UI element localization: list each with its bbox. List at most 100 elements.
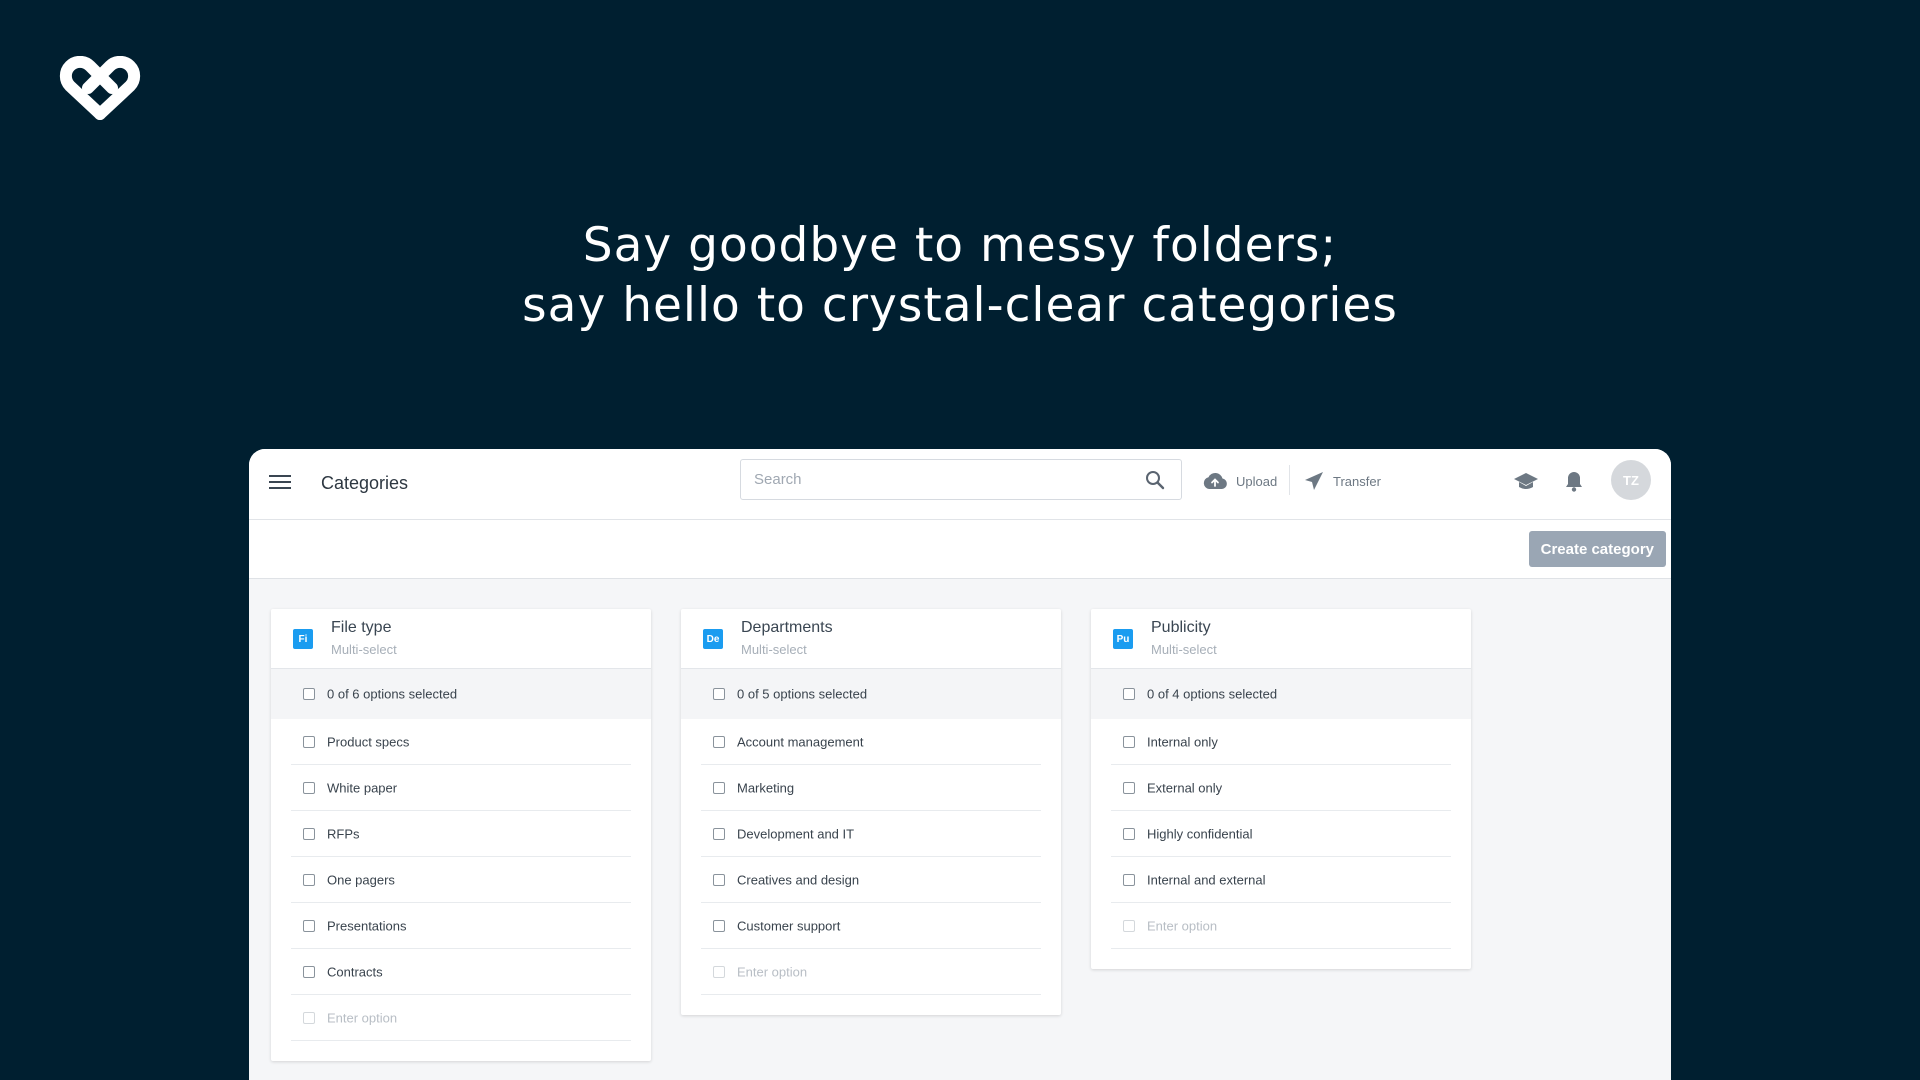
option-label: Customer support bbox=[737, 918, 841, 933]
option-checkbox[interactable] bbox=[1123, 827, 1135, 840]
enter-option-input[interactable]: Enter option bbox=[1147, 918, 1217, 933]
option-label: Creatives and design bbox=[737, 872, 860, 887]
card-title[interactable]: Publicity bbox=[1151, 619, 1211, 637]
option-label: White paper bbox=[327, 780, 398, 795]
select-all-checkbox[interactable] bbox=[303, 688, 315, 700]
select-all-row[interactable]: 0 of 5 options selected bbox=[681, 669, 1061, 719]
option-checkbox[interactable] bbox=[713, 781, 725, 794]
option-row[interactable]: One pagers bbox=[291, 857, 631, 903]
card-subtitle: Multi-select bbox=[741, 642, 807, 657]
hamburger-menu-icon[interactable] bbox=[269, 471, 291, 495]
top-bar: Categories Upload Transfer bbox=[249, 449, 1671, 520]
selection-summary: 0 of 4 options selected bbox=[1147, 686, 1278, 702]
category-badge: Fi bbox=[293, 629, 313, 649]
option-checkbox[interactable] bbox=[303, 919, 315, 932]
enter-option-input[interactable]: Enter option bbox=[327, 1010, 397, 1025]
option-checkbox[interactable] bbox=[713, 919, 725, 932]
new-option-row[interactable]: Enter option bbox=[701, 949, 1041, 995]
option-checkbox[interactable] bbox=[303, 781, 315, 794]
bell-icon[interactable] bbox=[1563, 469, 1585, 493]
option-row[interactable]: Contracts bbox=[291, 949, 631, 995]
category-badge: De bbox=[703, 629, 723, 649]
option-label: Internal and external bbox=[1147, 872, 1266, 887]
enter-option-input[interactable]: Enter option bbox=[737, 964, 807, 979]
card-header: De Departments Multi-select bbox=[681, 609, 1061, 669]
search-icon[interactable] bbox=[1145, 470, 1165, 490]
category-badge: Pu bbox=[1113, 629, 1133, 649]
option-row[interactable]: Product specs bbox=[291, 719, 631, 765]
option-row[interactable]: Internal and external bbox=[1111, 857, 1451, 903]
new-option-row[interactable]: Enter option bbox=[291, 995, 631, 1041]
option-label: Highly confidential bbox=[1147, 826, 1253, 841]
paper-plane-icon bbox=[1305, 472, 1323, 490]
option-checkbox[interactable] bbox=[303, 735, 315, 748]
option-label: Internal only bbox=[1147, 734, 1218, 749]
card-subtitle: Multi-select bbox=[1151, 642, 1217, 657]
option-checkbox bbox=[303, 1011, 315, 1024]
option-checkbox[interactable] bbox=[713, 735, 725, 748]
headline: Say goodbye to messy folders; say hello … bbox=[0, 216, 1920, 336]
card-subtitle: Multi-select bbox=[331, 642, 397, 657]
category-card-publicity: Pu Publicity Multi-select 0 of 4 options… bbox=[1091, 609, 1471, 969]
option-checkbox bbox=[713, 965, 725, 978]
page-title: Categories bbox=[321, 473, 409, 493]
option-row[interactable]: Creatives and design bbox=[701, 857, 1041, 903]
category-card-file-type: Fi File type Multi-select 0 of 6 options… bbox=[271, 609, 651, 1061]
card-title[interactable]: File type bbox=[331, 619, 391, 637]
option-label: Contracts bbox=[327, 964, 383, 979]
option-row[interactable]: External only bbox=[1111, 765, 1451, 811]
option-row[interactable]: Highly confidential bbox=[1111, 811, 1451, 857]
option-row[interactable]: Presentations bbox=[291, 903, 631, 949]
card-header: Fi File type Multi-select bbox=[271, 609, 651, 669]
select-all-checkbox[interactable] bbox=[1123, 688, 1135, 700]
toolbar-divider bbox=[1289, 465, 1290, 495]
option-checkbox[interactable] bbox=[1123, 735, 1135, 748]
option-row[interactable]: Account management bbox=[701, 719, 1041, 765]
headline-line-2: say hello to crystal-clear categories bbox=[522, 278, 1398, 333]
option-label: One pagers bbox=[327, 872, 395, 887]
option-label: RFPs bbox=[327, 826, 360, 841]
transfer-button[interactable]: Transfer bbox=[1303, 469, 1381, 493]
search-box bbox=[740, 459, 1182, 500]
card-title[interactable]: Departments bbox=[741, 619, 833, 637]
upload-label: Upload bbox=[1236, 473, 1278, 489]
option-checkbox[interactable] bbox=[303, 873, 315, 886]
select-all-row[interactable]: 0 of 4 options selected bbox=[1091, 669, 1471, 719]
option-checkbox[interactable] bbox=[303, 827, 315, 840]
user-avatar[interactable]: TZ bbox=[1611, 460, 1651, 500]
option-row[interactable]: Internal only bbox=[1111, 719, 1451, 765]
option-checkbox[interactable] bbox=[713, 827, 725, 840]
selection-summary: 0 of 5 options selected bbox=[737, 686, 868, 702]
option-row[interactable]: White paper bbox=[291, 765, 631, 811]
action-bar: Create category bbox=[249, 520, 1671, 579]
transfer-label: Transfer bbox=[1333, 473, 1381, 489]
select-all-checkbox[interactable] bbox=[713, 688, 725, 700]
category-card-departments: De Departments Multi-select 0 of 5 optio… bbox=[681, 609, 1061, 1015]
option-row[interactable]: Development and IT bbox=[701, 811, 1041, 857]
headline-line-1: Say goodbye to messy folders; bbox=[582, 218, 1338, 273]
option-label: Development and IT bbox=[737, 826, 855, 841]
selection-summary: 0 of 6 options selected bbox=[327, 686, 458, 702]
option-label: Presentations bbox=[327, 918, 407, 933]
option-row[interactable]: RFPs bbox=[291, 811, 631, 857]
search-input[interactable] bbox=[754, 460, 1134, 499]
app-window: Categories Upload Transfer bbox=[249, 449, 1671, 1080]
option-checkbox bbox=[1123, 919, 1135, 932]
option-row[interactable]: Marketing bbox=[701, 765, 1041, 811]
select-all-row[interactable]: 0 of 6 options selected bbox=[271, 669, 651, 719]
option-checkbox[interactable] bbox=[1123, 873, 1135, 886]
upload-button[interactable]: Upload bbox=[1202, 469, 1277, 493]
graduation-cap-icon[interactable] bbox=[1513, 469, 1539, 493]
option-row[interactable]: Customer support bbox=[701, 903, 1041, 949]
cloud-upload-icon bbox=[1203, 472, 1227, 489]
option-checkbox[interactable] bbox=[713, 873, 725, 886]
create-category-button[interactable]: Create category bbox=[1528, 531, 1666, 567]
brand-logo-icon bbox=[59, 56, 141, 120]
option-label: Account management bbox=[737, 734, 864, 749]
new-option-row[interactable]: Enter option bbox=[1111, 903, 1451, 949]
option-label: External only bbox=[1147, 780, 1223, 795]
option-checkbox[interactable] bbox=[303, 965, 315, 978]
card-header: Pu Publicity Multi-select bbox=[1091, 609, 1471, 669]
option-label: Product specs bbox=[327, 734, 410, 749]
option-checkbox[interactable] bbox=[1123, 781, 1135, 794]
